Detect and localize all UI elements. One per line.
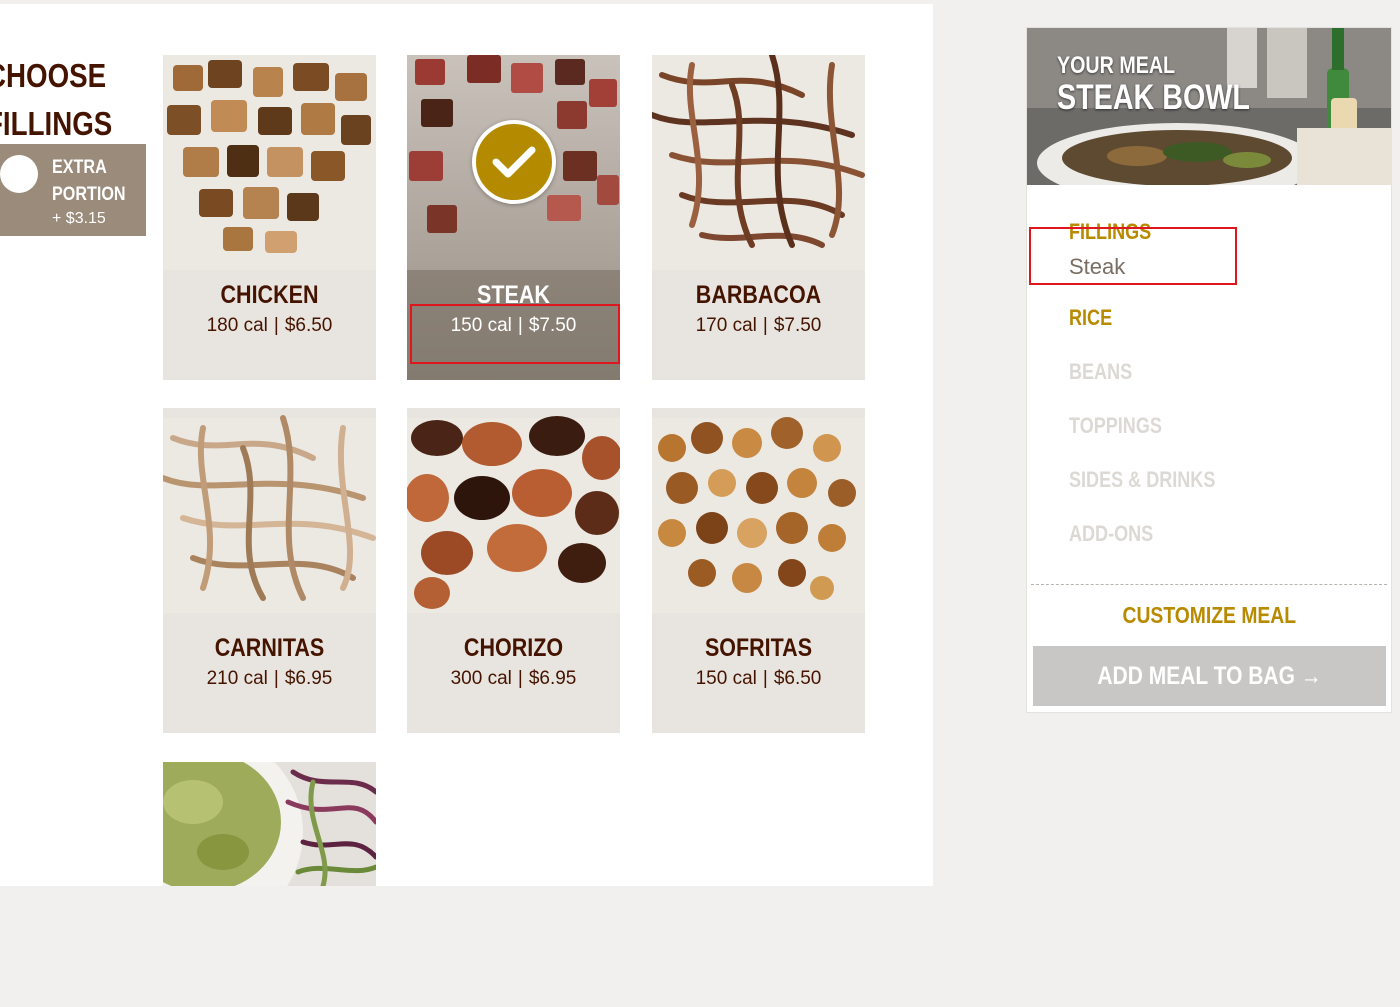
sofritas-image xyxy=(652,408,865,623)
extra-portion-label: EXTRA PORTION xyxy=(52,154,126,208)
filling-card-sofritas[interactable]: SOFRITAS 150 cal | $6.50 xyxy=(652,408,865,733)
divider xyxy=(1031,584,1387,585)
filling-cal: 170 cal xyxy=(695,315,757,336)
customize-meal-label: CUSTOMIZE MEAL xyxy=(1122,602,1296,628)
filling-name: SOFRITAS xyxy=(704,634,813,662)
filling-cal: 150 cal xyxy=(695,668,757,689)
add-meal-to-bag-button[interactable]: ADD MEAL TO BAG → xyxy=(1033,646,1386,706)
filling-name: CHICKEN xyxy=(220,281,319,309)
veggies-image xyxy=(163,762,376,886)
meal-hero: YOUR MEAL STEAK BOWL xyxy=(1027,28,1391,185)
meal-title: STEAK BOWL xyxy=(1057,78,1250,117)
filling-name: STEAK xyxy=(477,281,550,309)
carnitas-image xyxy=(163,408,376,623)
filling-name: CARNITAS xyxy=(214,634,325,662)
filling-cal: 150 cal xyxy=(450,315,512,336)
heading-line-2: FILLINGS xyxy=(0,105,113,142)
filling-name: CHORIZO xyxy=(463,634,564,662)
customize-meal-link[interactable]: CUSTOMIZE MEAL xyxy=(1027,602,1391,629)
filling-cal-price: 170 cal | $7.50 xyxy=(652,315,865,337)
filling-price: $6.95 xyxy=(528,668,577,689)
filling-card-chorizo[interactable]: CHORIZO 300 cal | $6.95 xyxy=(407,408,620,733)
fillings-builder: CHOOSE FILLINGS EXTRA PORTION + $3.15 xyxy=(0,4,933,886)
separator: | xyxy=(762,668,768,689)
filling-price: $6.50 xyxy=(773,668,822,689)
step-sides-drinks[interactable]: SIDES & DRINKS xyxy=(1069,467,1215,493)
extra-portion-toggle[interactable]: EXTRA PORTION + $3.15 xyxy=(0,144,146,236)
barbacoa-image xyxy=(652,55,865,270)
filling-card-barbacoa[interactable]: BARBACOA 170 cal | $7.50 xyxy=(652,55,865,380)
chorizo-image xyxy=(407,408,620,623)
step-fillings-value: Steak xyxy=(1069,254,1126,279)
add-meal-to-bag-label: ADD MEAL TO BAG → xyxy=(1097,662,1322,690)
filling-price: $7.50 xyxy=(528,315,577,336)
filling-cal: 210 cal xyxy=(206,668,268,689)
filling-name: BARBACOA xyxy=(695,281,822,309)
toggle-knob[interactable] xyxy=(0,155,38,193)
separator: | xyxy=(273,315,279,336)
filling-cal-price: 180 cal | $6.50 xyxy=(163,315,376,337)
filling-card-veggies[interactable] xyxy=(163,762,376,886)
filling-price: $6.95 xyxy=(284,668,333,689)
filling-cal: 300 cal xyxy=(450,668,512,689)
filling-card-steak[interactable]: STEAK 150 cal | $7.50 xyxy=(407,55,620,380)
filling-price: $7.50 xyxy=(773,315,822,336)
filling-card-chicken[interactable]: CHICKEN 180 cal | $6.50 xyxy=(163,55,376,380)
step-rice[interactable]: RICE xyxy=(1069,305,1112,331)
separator: | xyxy=(762,315,768,336)
filling-card-carnitas[interactable]: CARNITAS 210 cal | $6.95 xyxy=(163,408,376,733)
separator: | xyxy=(273,668,279,689)
step-fillings[interactable]: FILLINGS xyxy=(1069,219,1151,245)
extra-label-line-1: EXTRA xyxy=(52,157,107,178)
filling-cal-price: 210 cal | $6.95 xyxy=(163,668,376,690)
chicken-image xyxy=(163,55,376,270)
heading-line-1: CHOOSE xyxy=(0,57,107,94)
separator: | xyxy=(517,668,523,689)
filling-cal-price: 150 cal | $7.50 xyxy=(407,315,620,337)
meal-eyebrow: YOUR MEAL xyxy=(1057,52,1176,79)
step-toppings[interactable]: TOPPINGS xyxy=(1069,413,1162,439)
extra-portion-price: + $3.15 xyxy=(52,210,106,227)
separator: | xyxy=(517,315,523,336)
extra-label-line-2: PORTION xyxy=(52,184,126,205)
filling-cal-price: 150 cal | $6.50 xyxy=(652,668,865,690)
step-beans[interactable]: BEANS xyxy=(1069,359,1132,385)
steak-image xyxy=(407,55,620,270)
selected-check-icon xyxy=(472,120,556,204)
section-heading: CHOOSE FILLINGS xyxy=(0,52,112,148)
filling-cal: 180 cal xyxy=(206,315,268,336)
filling-cal-price: 300 cal | $6.95 xyxy=(407,668,620,690)
step-add-ons[interactable]: ADD-ONS xyxy=(1069,521,1153,547)
filling-price: $6.50 xyxy=(284,315,333,336)
your-meal-panel: YOUR MEAL STEAK BOWL FILLINGS Steak RICE… xyxy=(1026,27,1392,713)
